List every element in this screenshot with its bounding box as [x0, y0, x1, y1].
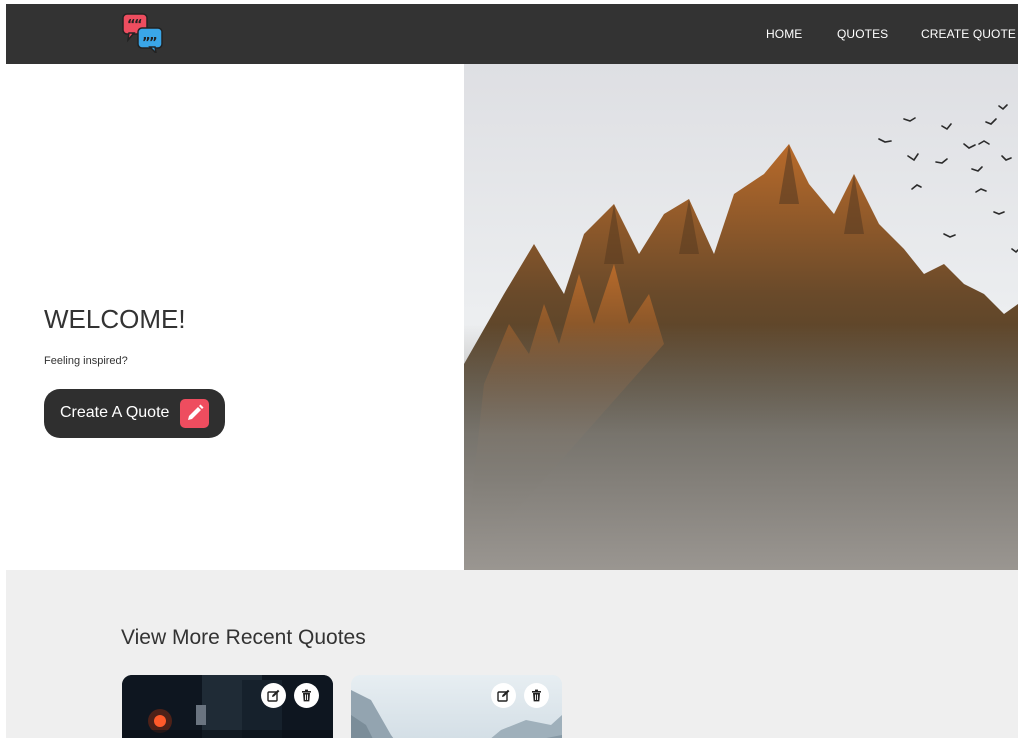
delete-quote-button[interactable] — [294, 683, 319, 708]
recent-quotes-title: View More Recent Quotes — [121, 626, 366, 649]
edit-quote-button[interactable] — [491, 683, 516, 708]
hero-forest-image — [464, 64, 1018, 570]
nav-link-create-quote[interactable]: CREATE QUOTE — [921, 27, 1016, 41]
page: “ “ ” ” HOME QUOTES CREATE QUOTE WELCOME… — [6, 4, 1018, 738]
hero-title: WELCOME! — [44, 304, 186, 334]
delete-quote-button[interactable] — [524, 683, 549, 708]
quote-bubbles-logo-icon[interactable]: “ “ ” ” — [122, 13, 164, 56]
nav-link-home[interactable]: HOME — [766, 27, 802, 41]
edit-quote-button[interactable] — [261, 683, 286, 708]
trash-icon — [302, 689, 311, 702]
create-quote-button[interactable]: Create A Quote — [44, 389, 225, 438]
edit-icon — [267, 689, 280, 702]
hero-panel: WELCOME! Feeling inspired? Create A Quot… — [6, 64, 464, 570]
trash-icon — [532, 689, 541, 702]
nav-link-quotes[interactable]: QUOTES — [837, 27, 888, 41]
edit-icon — [497, 689, 510, 702]
pencil-icon — [180, 399, 209, 428]
svg-text:”: ” — [149, 36, 158, 51]
hero-subtitle: Feeling inspired? — [44, 355, 128, 367]
navbar: “ “ ” ” HOME QUOTES CREATE QUOTE — [6, 4, 1018, 64]
quote-card[interactable] — [351, 675, 562, 738]
recent-quotes-section: View More Recent Quotes — [6, 570, 1018, 738]
quote-card[interactable] — [122, 675, 333, 738]
create-quote-button-label: Create A Quote — [60, 404, 170, 421]
